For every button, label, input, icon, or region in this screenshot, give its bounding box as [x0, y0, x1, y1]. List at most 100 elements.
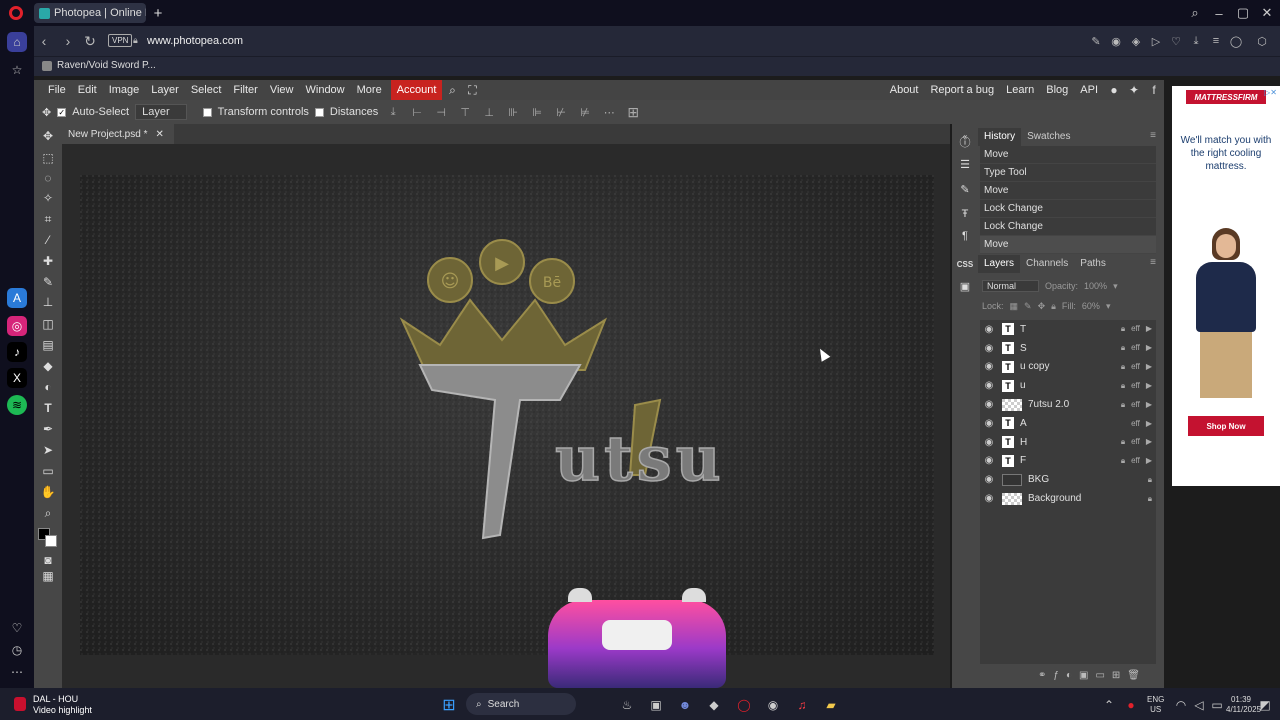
lasso-tool-icon[interactable]: ◌: [38, 168, 58, 188]
more-icon[interactable]: ⋯: [7, 662, 27, 682]
wifi-icon[interactable]: ◠: [1172, 696, 1190, 714]
layer-row[interactable]: ◉ Background 🔒︎: [980, 489, 1156, 508]
history-item[interactable]: Move: [980, 182, 1156, 200]
hand-tool-icon[interactable]: ✋: [38, 482, 58, 502]
battery-icon[interactable]: ▭: [1208, 696, 1226, 714]
link-layers-icon[interactable]: ⚭: [1038, 670, 1046, 681]
expand-icon[interactable]: ▶: [1146, 419, 1152, 428]
fx-label[interactable]: eff: [1131, 400, 1140, 410]
ad-banner[interactable]: MATTRESSFIRM We'll match you with the ri…: [1172, 86, 1280, 486]
layers-menu-icon[interactable]: ≡: [1150, 257, 1156, 268]
fx-label[interactable]: eff: [1131, 381, 1140, 391]
layer-row[interactable]: ◉ T F 🔒︎ eff ▶: [980, 452, 1156, 471]
tab-history[interactable]: History: [978, 128, 1022, 146]
layer-row[interactable]: ◉ T T 🔒︎ eff ▶: [980, 320, 1156, 339]
type-tool-icon[interactable]: T: [38, 398, 58, 418]
url-field[interactable]: www.photopea.com: [147, 35, 243, 47]
expand-icon[interactable]: ▶: [1146, 456, 1152, 466]
eyedropper-icon[interactable]: ⁄: [38, 230, 58, 250]
search-tabs-icon[interactable]: ⌕: [1183, 4, 1207, 22]
discord-icon[interactable]: ☻: [676, 696, 694, 714]
obs-icon[interactable]: ◉: [764, 696, 782, 714]
tray-expand-icon[interactable]: ⌃: [1100, 696, 1118, 714]
layer-style-icon[interactable]: ƒ: [1053, 670, 1059, 681]
file-explorer-icon[interactable]: ▰: [822, 696, 840, 714]
lock-pixels-icon[interactable]: ▦: [1010, 301, 1019, 312]
download-icon[interactable]: ⤓: [1188, 33, 1204, 49]
chevron-down-icon[interactable]: ▾: [1106, 301, 1111, 312]
layer-row[interactable]: ◉ BKG 🔒︎: [980, 470, 1156, 489]
menu-filter[interactable]: Filter: [227, 80, 263, 100]
magic-wand-icon[interactable]: ✧: [38, 188, 58, 208]
twitter-icon[interactable]: ✦: [1124, 80, 1144, 100]
back-icon[interactable]: ‹: [34, 31, 54, 51]
move-tool-icon[interactable]: ✥: [42, 106, 51, 119]
fullscreen-icon[interactable]: ⛶: [462, 80, 482, 100]
home-icon[interactable]: ⌂: [7, 32, 27, 52]
eye-icon[interactable]: ◉: [980, 474, 998, 485]
auto-select-checkbox[interactable]: ✓: [57, 107, 67, 117]
reddit-icon[interactable]: ●: [1104, 80, 1124, 100]
lock-move-icon[interactable]: ✥: [1038, 301, 1046, 312]
blend-mode-select[interactable]: Normal: [982, 280, 1040, 292]
menu-file[interactable]: File: [42, 80, 72, 100]
healing-brush-icon[interactable]: ✚: [38, 251, 58, 271]
history-icon[interactable]: ◷: [7, 640, 27, 660]
menu-api[interactable]: API: [1074, 80, 1104, 100]
maximize-icon[interactable]: ▢: [1231, 4, 1255, 22]
layer-row[interactable]: ◉ T Aeff ▶: [980, 414, 1156, 433]
group-icon[interactable]: ▭: [1095, 670, 1104, 681]
music-icon[interactable]: ♫: [793, 696, 811, 714]
menu-report-bug[interactable]: Report a bug: [924, 80, 1000, 100]
history-item[interactable]: Lock Change: [980, 218, 1156, 236]
info-icon[interactable]: ⓘ: [955, 132, 975, 152]
fx-label[interactable]: eff: [1131, 419, 1140, 428]
favorite-icon[interactable]: ♡: [1168, 33, 1184, 49]
expand-icon[interactable]: ▶: [1146, 437, 1152, 447]
layer-row[interactable]: ◉ Tu 🔒︎ eff ▶: [980, 376, 1156, 395]
new-tab-icon[interactable]: +: [150, 5, 166, 22]
fx-label[interactable]: eff: [1131, 362, 1140, 372]
notifications-icon[interactable]: ◩: [1256, 696, 1274, 714]
align-center-icon[interactable]: ⊣: [432, 106, 450, 119]
gradient-tool-icon[interactable]: ▤: [38, 335, 58, 355]
extensions-icon[interactable]: ⬡: [1254, 33, 1270, 49]
fx-label[interactable]: eff: [1131, 324, 1140, 334]
css-icon[interactable]: CSS: [955, 254, 975, 274]
fx-label[interactable]: eff: [1131, 343, 1140, 353]
steam-icon[interactable]: ♨: [618, 696, 636, 714]
menu-view[interactable]: View: [264, 80, 300, 100]
grid-icon[interactable]: ⊞: [624, 104, 642, 121]
menu-learn[interactable]: Learn: [1000, 80, 1040, 100]
layer-row[interactable]: ◉ Tu copy 🔒︎ eff ▶: [980, 358, 1156, 377]
eye-icon[interactable]: ◉: [980, 437, 998, 448]
eraser-icon[interactable]: ◫: [38, 314, 58, 334]
bookmark-item[interactable]: Raven/Void Sword P...: [42, 60, 156, 71]
adjustment-icon[interactable]: ◐: [1066, 670, 1072, 681]
history-item[interactable]: Move: [980, 236, 1156, 254]
align-middle-icon[interactable]: ⊪: [504, 106, 522, 119]
tab-layers[interactable]: Layers: [978, 255, 1021, 273]
windows-start-icon[interactable]: ⊞: [440, 696, 458, 714]
crop-tool-icon[interactable]: ⌗: [38, 209, 58, 229]
lock-all-icon[interactable]: 🔒︎: [1051, 301, 1056, 312]
distances-checkbox[interactable]: [314, 107, 324, 117]
menu-layer[interactable]: Layer: [145, 80, 185, 100]
taskbar-search[interactable]: ⌕ Search: [466, 693, 576, 715]
history-menu-icon[interactable]: ≡: [1150, 130, 1156, 141]
expand-icon[interactable]: ▶: [1146, 324, 1152, 334]
camera-icon[interactable]: ◉: [1108, 33, 1124, 49]
properties-icon[interactable]: ☰: [955, 154, 975, 174]
lock-paint-icon[interactable]: ✎: [1024, 301, 1032, 312]
screen-mode-icon[interactable]: ▦: [38, 566, 58, 586]
align-left-icon[interactable]: ⊢: [408, 106, 426, 119]
profile-icon[interactable]: ◯: [1228, 33, 1244, 49]
mask-icon[interactable]: ▣: [1079, 670, 1088, 681]
layer-row[interactable]: ◉ T S 🔒︎ eff ▶: [980, 339, 1156, 358]
opera-taskbar-icon[interactable]: ◯: [735, 696, 753, 714]
spotify-icon[interactable]: ≋: [7, 395, 27, 415]
document-tab[interactable]: New Project.psd * ✕: [62, 124, 174, 144]
eye-icon[interactable]: ◉: [980, 324, 998, 335]
expand-icon[interactable]: ▶: [1146, 362, 1152, 372]
tab-channels[interactable]: Channels: [1020, 255, 1074, 273]
